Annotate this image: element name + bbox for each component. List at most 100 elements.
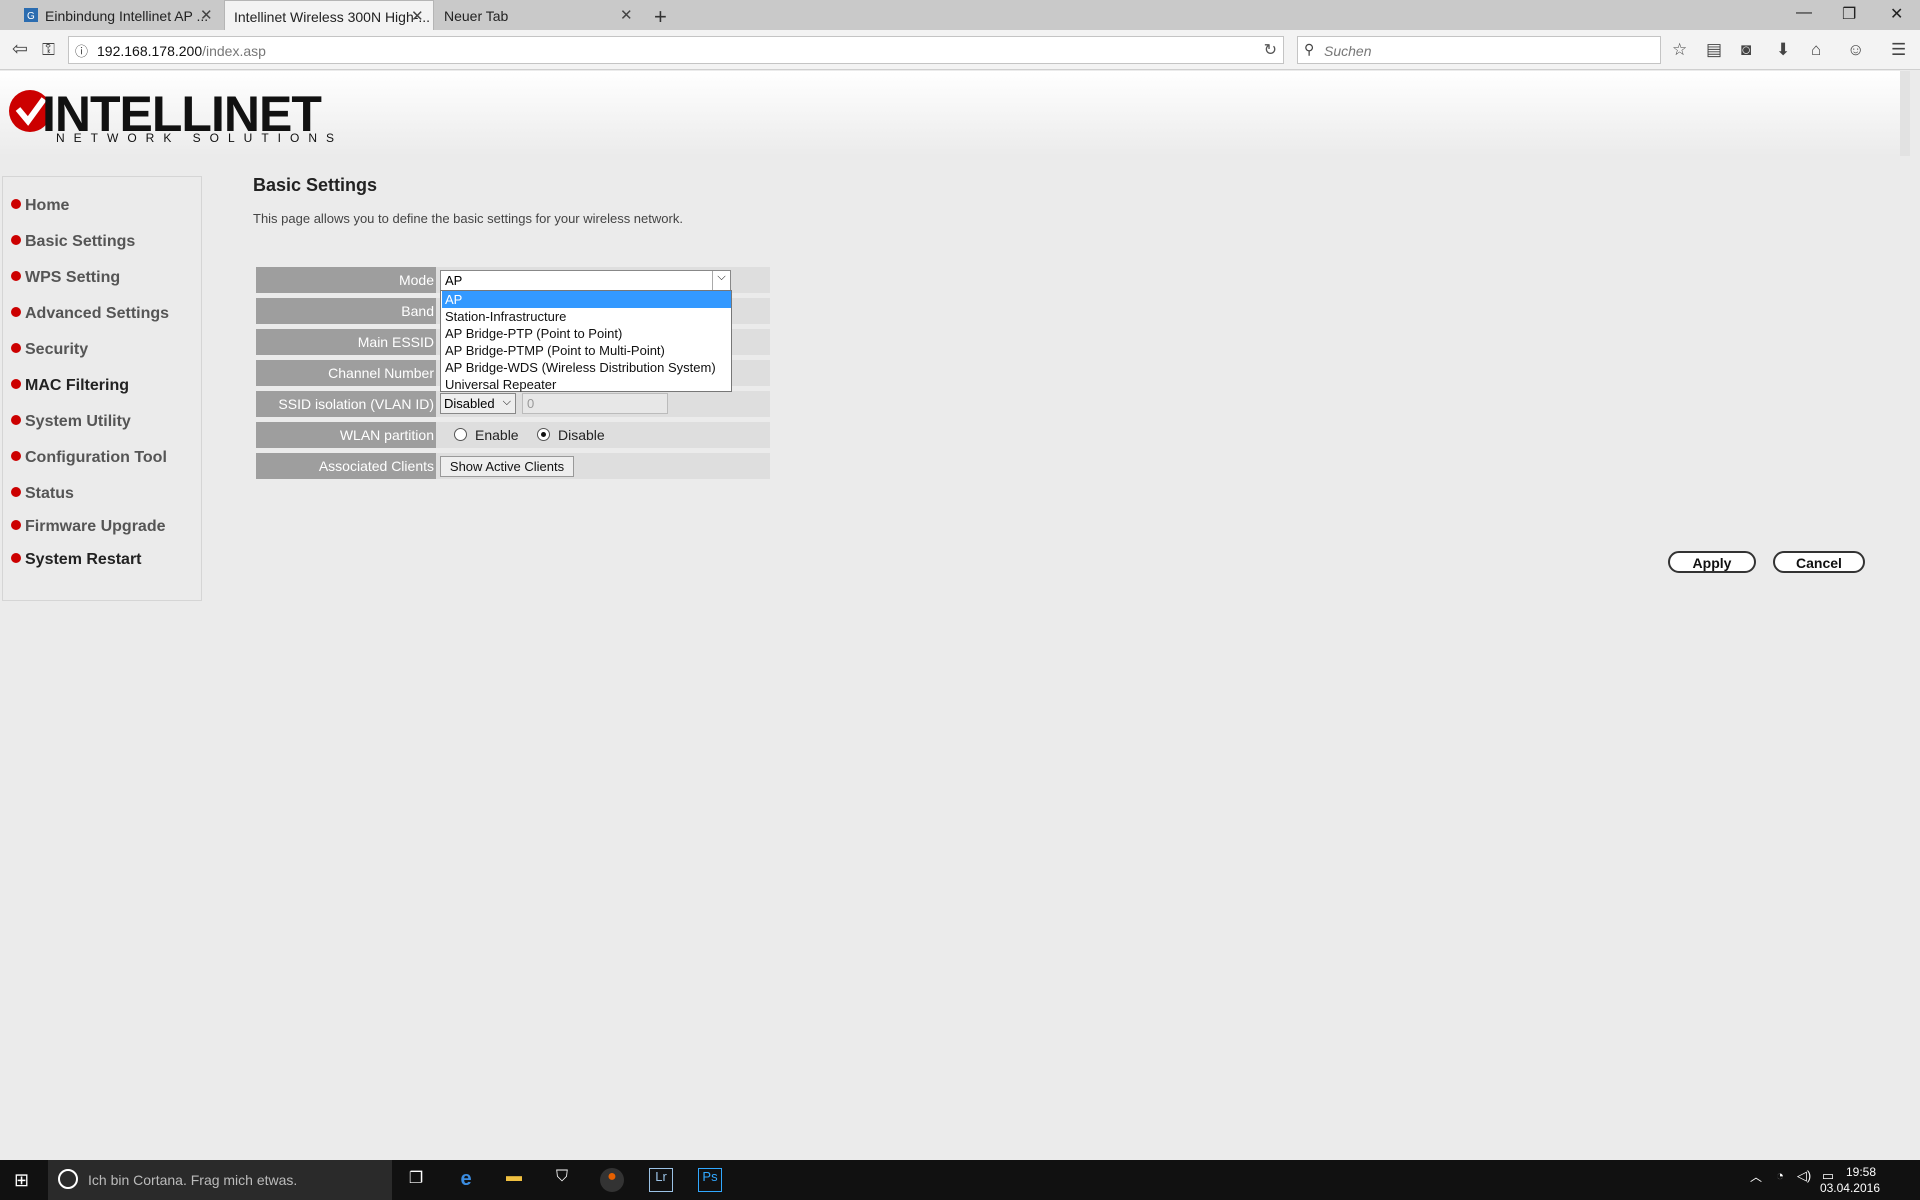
- essid-label: Main ESSID: [256, 329, 436, 355]
- edge-icon[interactable]: e: [454, 1168, 478, 1192]
- ssid-isolation-select[interactable]: Disabled ⌵: [440, 393, 516, 414]
- bullet-icon: [11, 307, 21, 317]
- bullet-icon: [11, 451, 21, 461]
- sidebar-item-system-utility[interactable]: System Utility: [11, 413, 131, 431]
- clock-time: 19:58: [1845, 1165, 1876, 1179]
- bullet-icon: [11, 379, 21, 389]
- enable-radio[interactable]: [454, 428, 467, 441]
- sidebar-item-status[interactable]: Status: [11, 485, 74, 503]
- sidebar-item-security[interactable]: Security: [11, 341, 88, 359]
- vlan-id-input[interactable]: 0: [522, 393, 668, 414]
- url-text: 192.168.178.200/index.asp: [97, 43, 266, 59]
- close-tab-icon[interactable]: ✕: [200, 6, 213, 24]
- page-favicon-icon: G: [24, 8, 38, 22]
- url-path: /index.asp: [202, 43, 266, 59]
- home-icon[interactable]: ⌂: [1811, 40, 1821, 60]
- search-input[interactable]: ⚲ Suchen: [1297, 36, 1661, 64]
- download-icon[interactable]: ⬇: [1776, 40, 1790, 60]
- mode-option[interactable]: AP Bridge-WDS (Wireless Distribution Sys…: [442, 359, 731, 376]
- key-icon[interactable]: ⚿: [42, 40, 55, 60]
- chat-icon[interactable]: ☺: [1847, 40, 1864, 60]
- network-icon[interactable]: ◔: [1768, 1168, 1792, 1192]
- restore-icon[interactable]: ❐: [1842, 4, 1856, 24]
- file-explorer-icon[interactable]: ▬: [502, 1168, 526, 1192]
- sidebar-item-label: System Utility: [25, 413, 131, 430]
- mode-select[interactable]: AP ⌵: [440, 270, 731, 291]
- scrollbar[interactable]: [1900, 71, 1910, 156]
- mode-option[interactable]: Station-Infrastructure: [442, 308, 731, 325]
- chevron-down-icon[interactable]: ⌵: [503, 396, 511, 409]
- associated-clients-label: Associated Clients: [256, 453, 436, 479]
- url-host: 192.168.178.200: [97, 43, 203, 59]
- sidebar-item-advanced-settings[interactable]: Advanced Settings: [11, 305, 169, 323]
- info-icon[interactable]: ⓘ: [75, 41, 88, 60]
- photoshop-icon[interactable]: Ps: [698, 1168, 722, 1192]
- sidebar-item-configuration-tool[interactable]: Configuration Tool: [11, 449, 167, 467]
- reload-icon[interactable]: ↻: [1264, 40, 1277, 60]
- bullet-icon: [11, 520, 21, 530]
- mode-value: AP: [445, 273, 463, 288]
- url-bar[interactable]: ⓘ 192.168.178.200/index.asp ↻: [68, 36, 1284, 64]
- pocket-icon[interactable]: ◙: [1741, 40, 1751, 60]
- mode-dropdown-list: AP Station-Infrastructure AP Bridge-PTP …: [440, 290, 732, 392]
- cortana-search[interactable]: Ich bin Cortana. Frag mich etwas.: [48, 1160, 392, 1200]
- show-active-clients-button[interactable]: Show Active Clients: [440, 456, 574, 477]
- sidebar-item-system-restart[interactable]: System Restart: [11, 551, 142, 569]
- sidebar-item-firmware-upgrade[interactable]: Firmware Upgrade: [11, 518, 165, 536]
- disable-label: Disable: [558, 427, 605, 443]
- navigation-bar: ⇦ ⚿ ⓘ 192.168.178.200/index.asp ↻ ⚲ Such…: [0, 30, 1920, 70]
- enable-label: Enable: [475, 427, 519, 443]
- page-description: This page allows you to define the basic…: [253, 211, 683, 226]
- mode-option[interactable]: AP: [442, 291, 731, 308]
- logo-subtitle: NETWORK SOLUTIONS: [56, 131, 344, 145]
- sidebar-item-basic-settings[interactable]: Basic Settings: [11, 233, 135, 251]
- store-icon[interactable]: ⛉: [550, 1168, 574, 1192]
- volume-icon[interactable]: ◁): [1792, 1168, 1816, 1192]
- sidebar-item-mac-filtering[interactable]: MAC Filtering: [11, 377, 129, 395]
- disable-radio[interactable]: [537, 428, 550, 441]
- bullet-icon: [11, 487, 21, 497]
- task-view-icon[interactable]: ❐: [404, 1168, 428, 1192]
- sidebar-item-wps-setting[interactable]: WPS Setting: [11, 269, 120, 287]
- bullet-icon: [11, 343, 21, 353]
- chevron-down-icon[interactable]: ⌵: [712, 271, 730, 290]
- chevron-up-icon[interactable]: ︿: [1744, 1168, 1768, 1192]
- bullet-icon: [11, 235, 21, 245]
- ssid-isolation-row: SSID isolation (VLAN ID) Disabled ⌵ 0: [256, 391, 770, 417]
- close-tab-icon[interactable]: ✕: [620, 6, 633, 24]
- tab-label: Neuer Tab: [444, 8, 509, 24]
- minimize-icon[interactable]: —: [1796, 4, 1812, 22]
- svg-text:G: G: [27, 11, 35, 22]
- new-tab-icon[interactable]: +: [654, 4, 667, 30]
- close-tab-icon[interactable]: ✕: [411, 7, 424, 25]
- clock-date: 03.04.2016: [1819, 1181, 1880, 1195]
- wlan-partition-row: WLAN partition Enable Disable: [256, 422, 770, 448]
- mode-option[interactable]: AP Bridge-PTP (Point to Point): [442, 325, 731, 342]
- back-icon[interactable]: ⇦: [12, 38, 28, 61]
- sidebar-item-label: Configuration Tool: [25, 449, 167, 466]
- page-header: INTELLINET NETWORK SOLUTIONS: [0, 71, 1910, 156]
- mode-label: Mode: [256, 267, 436, 293]
- menu-icon[interactable]: ☰: [1891, 40, 1906, 60]
- firefox-icon[interactable]: ●: [600, 1168, 624, 1192]
- reading-list-icon[interactable]: ▤: [1706, 40, 1722, 60]
- mode-option[interactable]: Universal Repeater: [442, 376, 731, 393]
- windows-start-icon[interactable]: ⊞: [14, 1170, 29, 1191]
- cancel-button[interactable]: Cancel: [1773, 551, 1865, 573]
- close-window-icon[interactable]: ✕: [1890, 4, 1903, 24]
- mode-option[interactable]: AP Bridge-PTMP (Point to Multi-Point): [442, 342, 731, 359]
- tab-label: Einbindung Intellinet AP ...: [45, 8, 209, 24]
- tab-einbindung[interactable]: G Einbindung Intellinet AP ... ✕: [14, 0, 224, 30]
- tab-intellinet[interactable]: Intellinet Wireless 300N High-... ✕: [224, 0, 434, 30]
- tab-bar: G Einbindung Intellinet AP ... ✕ Intelli…: [0, 0, 1920, 30]
- taskbar: ⊞ Ich bin Cortana. Frag mich etwas. ❐ e …: [0, 1160, 1920, 1200]
- channel-label: Channel Number: [256, 360, 436, 386]
- lightroom-icon[interactable]: Lr: [649, 1168, 673, 1192]
- tab-new[interactable]: Neuer Tab ✕: [434, 0, 634, 30]
- sidebar-item-home[interactable]: Home: [11, 197, 69, 215]
- bullet-icon: [11, 553, 21, 563]
- sidebar-item-label: WPS Setting: [25, 269, 121, 286]
- bookmark-star-icon[interactable]: ☆: [1672, 40, 1687, 60]
- sidebar-item-label: Home: [25, 197, 70, 214]
- apply-button[interactable]: Apply: [1668, 551, 1756, 573]
